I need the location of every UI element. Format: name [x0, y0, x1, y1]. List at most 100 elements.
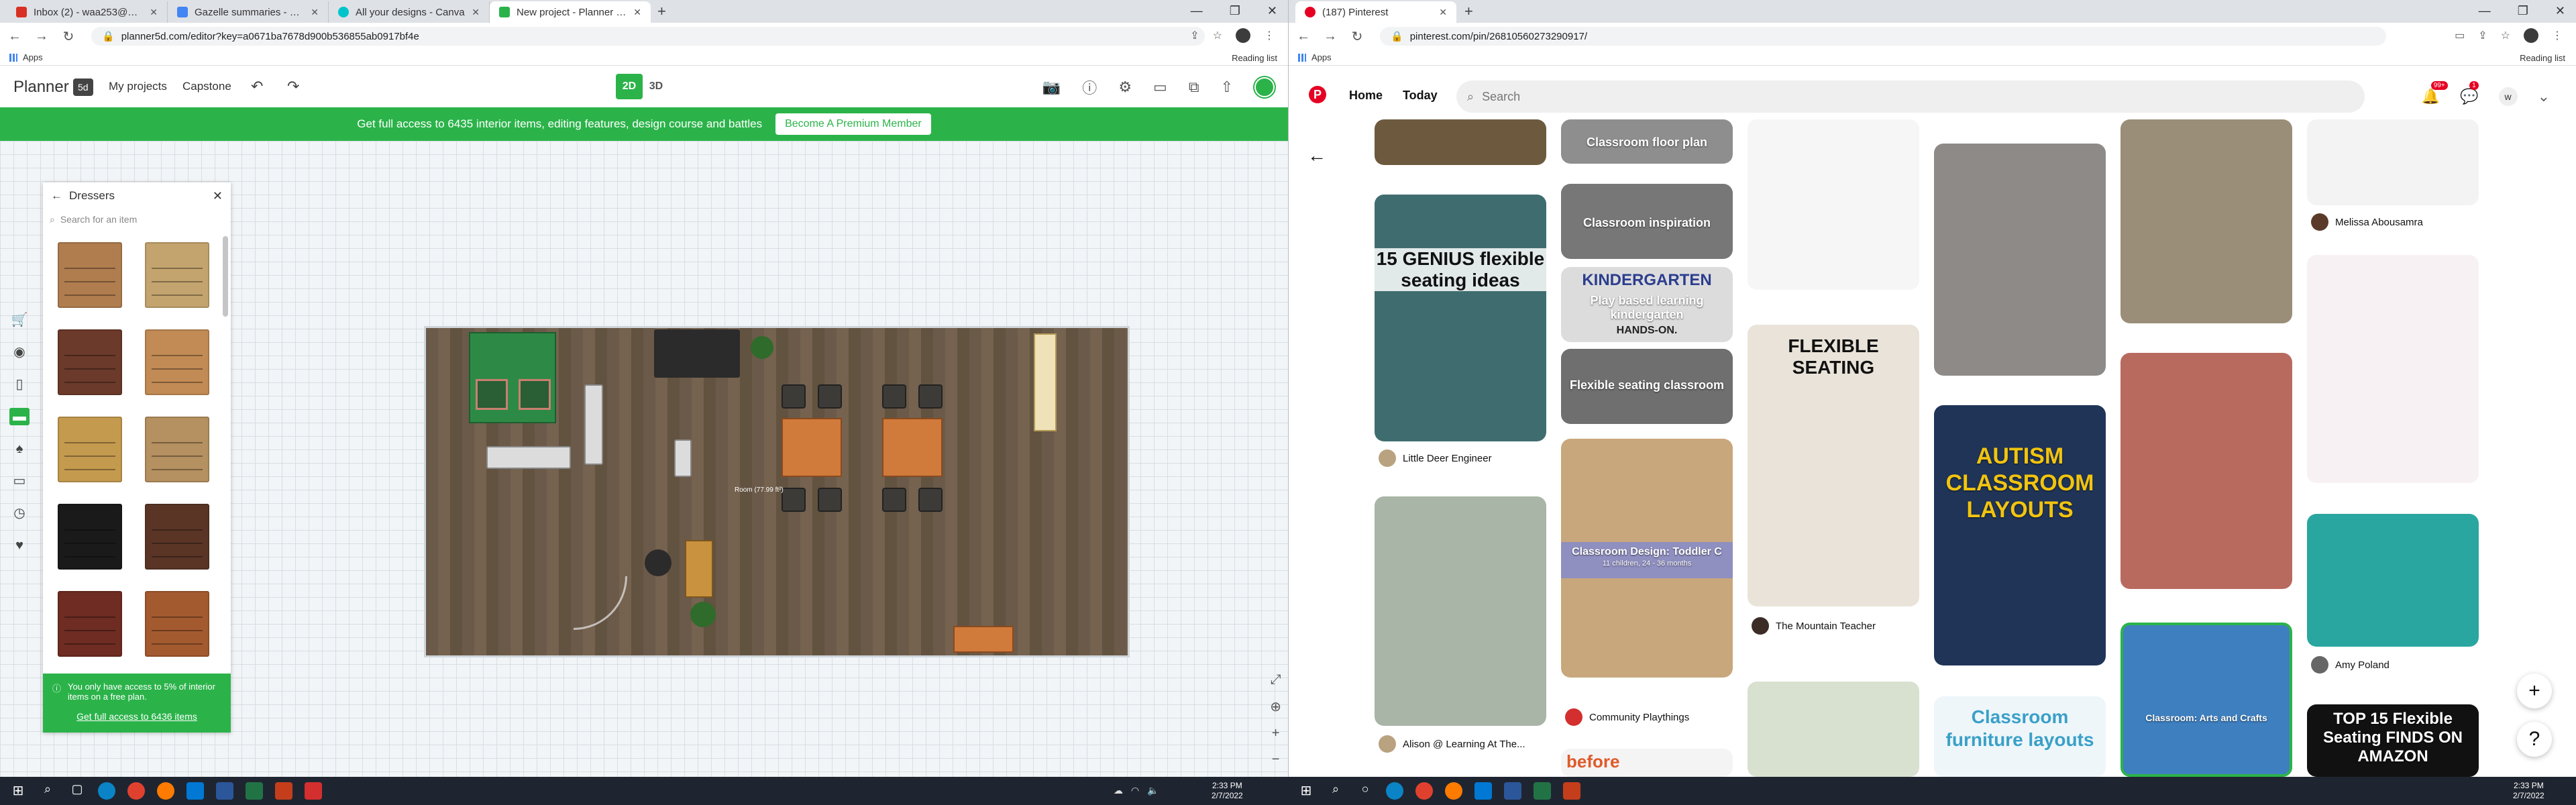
profile-avatar[interactable]	[1236, 28, 1250, 43]
word-icon[interactable]	[1504, 782, 1521, 800]
pin-author[interactable]: Alison @ Learning At The...	[1379, 735, 1525, 753]
clock[interactable]: 2:33 PM 2/7/2022	[1212, 781, 1243, 801]
close-icon[interactable]: ✕	[150, 7, 158, 18]
search-icon[interactable]: ⌕	[1327, 782, 1344, 800]
copy-icon[interactable]: ⧉	[1189, 78, 1199, 96]
view-2d-button[interactable]: 2D	[616, 74, 643, 99]
firefox-icon[interactable]	[157, 782, 174, 800]
floor-plan-room[interactable]: Room (77.99 ft²)	[424, 326, 1130, 657]
maximize-icon[interactable]: ❐	[2518, 4, 2528, 18]
pinterest-search[interactable]: ⌕ Search	[1456, 80, 2365, 113]
chair[interactable]	[918, 384, 943, 409]
appliance-icon[interactable]: ▭	[9, 472, 30, 490]
task-view-icon[interactable]: ○	[1356, 782, 1374, 800]
pin-card[interactable]: Flexible seating classroom	[1561, 349, 1733, 424]
sofa[interactable]	[584, 384, 603, 465]
close-icon[interactable]: ✕	[472, 7, 480, 18]
pin-card[interactable]: AUTISM CLASSROOM LAYOUTS	[1934, 405, 2106, 665]
pin-author[interactable]: The Mountain Teacher	[1752, 617, 1876, 635]
pin-card[interactable]: 15 GENIUS flexible seating ideas	[1375, 195, 1546, 441]
dresser-item[interactable]	[50, 237, 130, 313]
dresser-item[interactable]	[50, 412, 130, 487]
new-tab-button[interactable]: +	[657, 3, 666, 20]
info-icon[interactable]: ⓘ	[1082, 76, 1097, 98]
chair[interactable]	[818, 384, 842, 409]
pinterest-logo[interactable]: P	[1309, 86, 1326, 103]
dresser-item[interactable]	[137, 412, 217, 487]
task-view-icon[interactable]: ▢	[68, 782, 86, 800]
reload-icon[interactable]: ↻	[60, 28, 76, 45]
pin-card[interactable]: TOP 15 Flexible Seating FINDS ON AMAZON	[2307, 704, 2479, 777]
plant[interactable]	[690, 602, 716, 627]
round-stool[interactable]	[645, 549, 672, 576]
pin-card[interactable]: before	[1561, 749, 1733, 777]
locate-icon[interactable]: ⊕	[1270, 698, 1281, 715]
close-icon[interactable]: ✕	[213, 189, 223, 203]
door-swing[interactable]	[574, 576, 627, 630]
maximize-icon[interactable]: ❐	[1230, 4, 1240, 18]
reading-list[interactable]: Reading list	[1232, 53, 1277, 63]
pin-author[interactable]: Community Playthings	[1565, 708, 1689, 726]
windows-start-icon[interactable]: ⊞	[1297, 782, 1315, 800]
heart-icon[interactable]: ♥	[9, 537, 30, 554]
wifi-icon[interactable]: ◠	[1131, 785, 1139, 796]
share-icon[interactable]: ⇪	[2478, 29, 2487, 42]
back-arrow-icon[interactable]: ←	[1307, 145, 1326, 166]
user-avatar[interactable]: w	[2498, 87, 2518, 106]
profile-avatar[interactable]	[2524, 28, 2538, 43]
chair[interactable]	[882, 384, 906, 409]
lamp-icon[interactable]: ♠	[9, 440, 30, 458]
dresser-item[interactable]	[137, 499, 217, 574]
pin-card[interactable]: Classroom inspiration	[1561, 184, 1733, 259]
pin-card[interactable]	[2121, 353, 2292, 589]
door-icon[interactable]: ▯	[9, 376, 30, 393]
cast-icon[interactable]: ▭	[2455, 29, 2465, 42]
planner5d-logo[interactable]: Planner 5d	[13, 78, 93, 97]
pin-author[interactable]: Little Deer Engineer	[1379, 449, 1492, 467]
shelf[interactable]	[1034, 333, 1057, 431]
nav-home[interactable]: Home	[1349, 89, 1383, 103]
catalog-scrollbar[interactable]	[223, 236, 228, 317]
pin-card[interactable]	[2307, 119, 2479, 205]
armchair[interactable]	[519, 379, 551, 410]
pin-author[interactable]: Amy Poland	[2311, 656, 2390, 674]
plant[interactable]	[751, 336, 773, 359]
chair[interactable]	[882, 488, 906, 512]
dresser-item[interactable]	[137, 237, 217, 313]
stool[interactable]	[674, 439, 692, 477]
tab-planner5d[interactable]: New project - Planner 5D ✕	[490, 1, 651, 23]
cart-icon[interactable]: 🛒	[9, 311, 30, 329]
undo-icon[interactable]: ↶	[251, 78, 263, 95]
clock-icon[interactable]: ◷	[9, 504, 30, 522]
tab-gazelle[interactable]: Gazelle summaries - Google Dri... ✕	[168, 1, 329, 23]
edge-icon[interactable]	[1386, 782, 1403, 800]
project-name[interactable]: Capstone	[182, 80, 231, 93]
tab-inbox[interactable]: Inbox (2) - waa253@nyu.edu - N ✕	[7, 1, 168, 23]
dresser-item[interactable]	[50, 586, 130, 661]
chair[interactable]	[782, 384, 806, 409]
ruler-icon[interactable]: ▭	[1153, 78, 1167, 96]
close-window-icon[interactable]: ✕	[1267, 4, 1277, 18]
share-icon[interactable]: ⇧	[1221, 78, 1233, 96]
add-icon[interactable]: +	[2517, 674, 2552, 708]
pin-card[interactable]: Classroom furniture layouts	[1934, 696, 2106, 777]
reload-icon[interactable]: ↻	[1349, 28, 1365, 45]
nav-today[interactable]: Today	[1403, 89, 1438, 103]
pin-card[interactable]: Classroom: Arts and Crafts	[2121, 623, 2292, 777]
back-icon[interactable]: ←	[1295, 29, 1311, 44]
close-icon[interactable]: ✕	[1439, 7, 1447, 18]
star-icon[interactable]: ☆	[2501, 29, 2510, 42]
furniture-icon[interactable]: ▬	[9, 408, 30, 425]
address-bar[interactable]: 🔒 planner5d.com/editor?key=a0671ba7678d9…	[91, 27, 1205, 46]
pin-card[interactable]	[1375, 496, 1546, 726]
clock[interactable]: 2:33 PM 2/7/2022	[2513, 781, 2544, 801]
my-projects-link[interactable]: My projects	[109, 80, 167, 93]
apps-bookmark[interactable]: Apps	[1311, 52, 1332, 62]
word-icon[interactable]	[216, 782, 233, 800]
chair[interactable]	[818, 488, 842, 512]
forward-icon[interactable]: →	[1322, 29, 1338, 44]
forward-icon[interactable]: →	[34, 29, 50, 44]
powerpoint-icon[interactable]	[1563, 782, 1580, 800]
back-icon[interactable]: ←	[7, 29, 23, 44]
reading-list[interactable]: Reading list	[2520, 53, 2565, 63]
